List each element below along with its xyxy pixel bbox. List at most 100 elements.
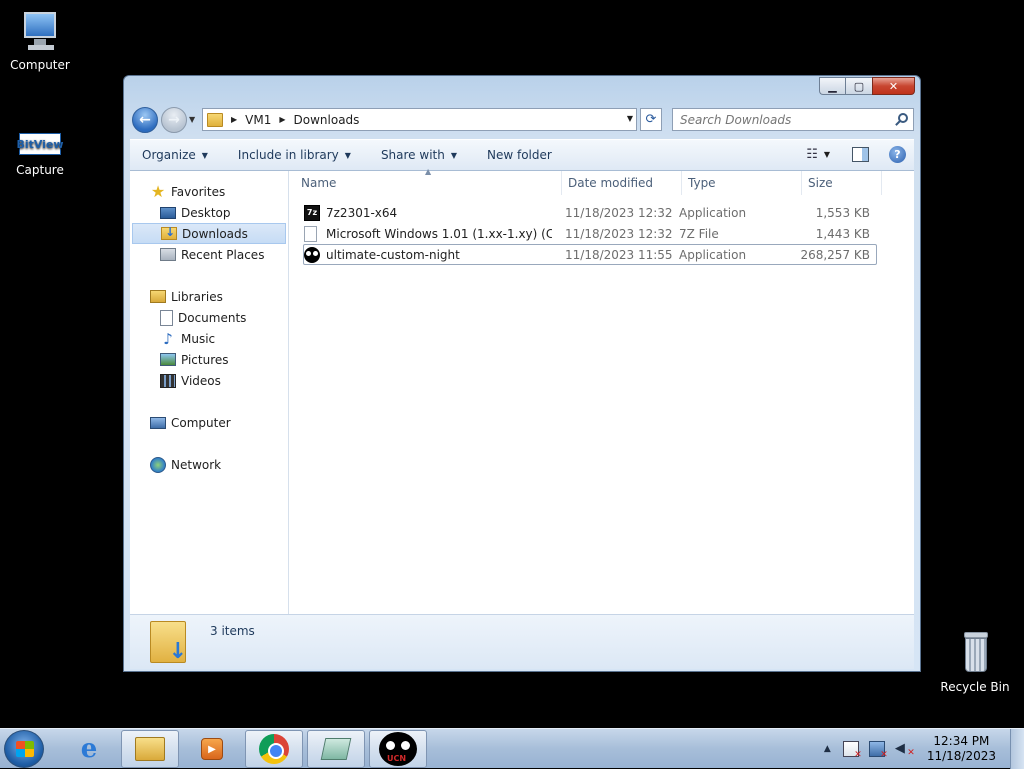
- nav-item-videos[interactable]: Videos: [130, 370, 288, 391]
- organize-button[interactable]: Organize ▼: [142, 148, 208, 162]
- chevron-right-icon[interactable]: ▶: [279, 115, 285, 124]
- navigation-pane: ★ Favorites Desktop Downloads Recent Plac…: [130, 171, 289, 614]
- taskbar-internet-explorer[interactable]: e: [60, 730, 118, 768]
- desktop-icon-capture[interactable]: BitView Capture: [0, 131, 80, 177]
- back-button[interactable]: ←: [132, 107, 158, 133]
- network-status-icon[interactable]: [868, 741, 888, 760]
- column-header-type[interactable]: Type: [682, 171, 802, 195]
- folder-icon: [135, 737, 165, 761]
- ucn-app-icon: [304, 246, 320, 263]
- details-pane: 3 items: [130, 614, 914, 669]
- column-label: Size: [808, 176, 833, 190]
- recent-places-icon: [160, 248, 176, 261]
- nav-favorites[interactable]: ★ Favorites: [130, 181, 288, 202]
- chevron-down-icon: ▼: [450, 150, 457, 160]
- 7z-icon: 7z: [304, 204, 320, 221]
- nav-label: Music: [181, 331, 216, 346]
- nav-network[interactable]: Network: [130, 454, 288, 475]
- file-rows: 7z 7z2301-x64 11/18/2023 12:32 ... Applic…: [303, 202, 877, 265]
- preview-pane-icon[interactable]: [852, 147, 869, 162]
- search-icon[interactable]: [898, 113, 908, 123]
- file-date: 11/18/2023 12:32 ...: [565, 205, 672, 220]
- refresh-button[interactable]: ⟳: [640, 108, 662, 131]
- documents-icon: [160, 309, 173, 326]
- command-bar: Organize ▼ Include in library ▼ Share with…: [130, 139, 914, 171]
- file-date: 11/18/2023 12:32 ...: [565, 226, 672, 241]
- forward-button[interactable]: →: [161, 107, 187, 133]
- address-bar[interactable]: ▶ VM1 ▶ Downloads ▼: [202, 108, 637, 131]
- breadcrumb-downloads[interactable]: Downloads: [294, 113, 360, 127]
- chevron-down-icon: ▼: [201, 150, 208, 160]
- taskbar-windows-explorer[interactable]: [121, 730, 179, 768]
- maximize-button[interactable]: ▢: [845, 77, 872, 95]
- column-headers: ▲ Name Date modified Type Size: [289, 167, 914, 195]
- chevron-right-icon[interactable]: ▶: [231, 115, 237, 124]
- column-header-date[interactable]: Date modified: [562, 171, 682, 195]
- clock[interactable]: 12:34 PM 11/18/2023: [927, 734, 996, 764]
- file-type: Application: [679, 247, 747, 262]
- blank-file-icon: [304, 225, 317, 242]
- nav-label: Libraries: [171, 289, 223, 304]
- desktop-icon-recycle-bin[interactable]: Recycle Bin: [935, 630, 1015, 694]
- volume-icon[interactable]: ◀: [895, 741, 915, 761]
- action-center-icon[interactable]: [842, 741, 862, 760]
- content-area: ★ Favorites Desktop Downloads Recent Plac…: [130, 167, 914, 614]
- sort-up-icon: ▲: [425, 167, 432, 176]
- file-row[interactable]: 7z 7z2301-x64 11/18/2023 12:32 ... Applic…: [303, 202, 877, 223]
- nav-item-downloads[interactable]: Downloads: [132, 223, 286, 244]
- show-hidden-icons-icon[interactable]: ▲: [824, 744, 831, 754]
- show-desktop-button[interactable]: [1010, 729, 1024, 769]
- column-header-size[interactable]: Size: [802, 171, 882, 195]
- downloads-folder-icon: [150, 621, 187, 664]
- nav-libraries[interactable]: Libraries: [130, 286, 288, 307]
- search-box[interactable]: [672, 108, 914, 131]
- close-button[interactable]: ✕: [872, 77, 915, 95]
- nav-label: Desktop: [181, 205, 231, 220]
- nav-label: Documents: [178, 310, 247, 325]
- taskbar-chrome[interactable]: [245, 730, 303, 768]
- navigation-bar: ← → ▼ ▶ VM1 ▶ Downloads ▼ ⟳: [132, 107, 914, 133]
- nav-label: Computer: [171, 415, 231, 430]
- file-type: 7Z File: [679, 226, 719, 241]
- desktop-icon-computer[interactable]: Computer: [0, 8, 80, 72]
- new-folder-label: New folder: [487, 148, 552, 162]
- nav-label: Recent Places: [181, 247, 265, 262]
- change-view-icon[interactable]: ☷: [806, 147, 818, 162]
- notepad-icon: [320, 738, 352, 760]
- nav-item-desktop[interactable]: Desktop: [130, 202, 288, 223]
- nav-item-music[interactable]: ♪ Music: [130, 328, 288, 349]
- start-button[interactable]: [4, 730, 44, 768]
- view-options-dropdown[interactable]: ▼: [824, 150, 830, 159]
- address-history-dropdown[interactable]: ▼: [627, 114, 633, 123]
- media-player-icon: ▶: [201, 738, 223, 760]
- help-icon[interactable]: ?: [889, 146, 906, 163]
- taskbar-notepad[interactable]: [307, 730, 365, 768]
- include-in-library-button[interactable]: Include in library ▼: [238, 148, 351, 162]
- computer-icon: [16, 8, 64, 56]
- desktop-icon-label: Capture: [16, 163, 64, 177]
- file-row[interactable]: ultimate-custom-night 11/18/2023 11:55 .…: [303, 244, 877, 265]
- nav-item-documents[interactable]: Documents: [130, 307, 288, 328]
- taskbar-ultimate-custom-night[interactable]: UCN: [369, 730, 427, 768]
- nav-item-pictures[interactable]: Pictures: [130, 349, 288, 370]
- music-note-icon: ♪: [163, 329, 173, 348]
- recent-pages-dropdown[interactable]: ▼: [189, 115, 195, 124]
- ucn-app-icon: UCN: [379, 732, 417, 766]
- breadcrumb-vm1[interactable]: VM1: [245, 113, 271, 127]
- file-row[interactable]: Microsoft Windows 1.01 (1.xx-1.xy) (Com.…: [303, 223, 877, 244]
- minimize-button[interactable]: ▁: [819, 77, 845, 95]
- search-input[interactable]: [673, 109, 883, 130]
- new-folder-button[interactable]: New folder: [487, 148, 552, 162]
- caption-buttons: ▁ ▢ ✕: [819, 77, 915, 95]
- column-header-name[interactable]: ▲ Name: [289, 167, 562, 195]
- arrow-left-icon: ←: [139, 112, 151, 128]
- nav-computer[interactable]: Computer: [130, 412, 288, 433]
- view-controls: ☷ ▼ ?: [806, 146, 906, 163]
- desktop-icon-label: Recycle Bin: [940, 680, 1010, 694]
- pictures-icon: [160, 353, 176, 366]
- nav-item-recent-places[interactable]: Recent Places: [130, 244, 288, 265]
- file-type: Application: [679, 205, 747, 220]
- file-size: 268,257 KB: [800, 247, 870, 262]
- taskbar-media-player[interactable]: ▶: [183, 730, 241, 768]
- share-with-button[interactable]: Share with ▼: [381, 148, 457, 162]
